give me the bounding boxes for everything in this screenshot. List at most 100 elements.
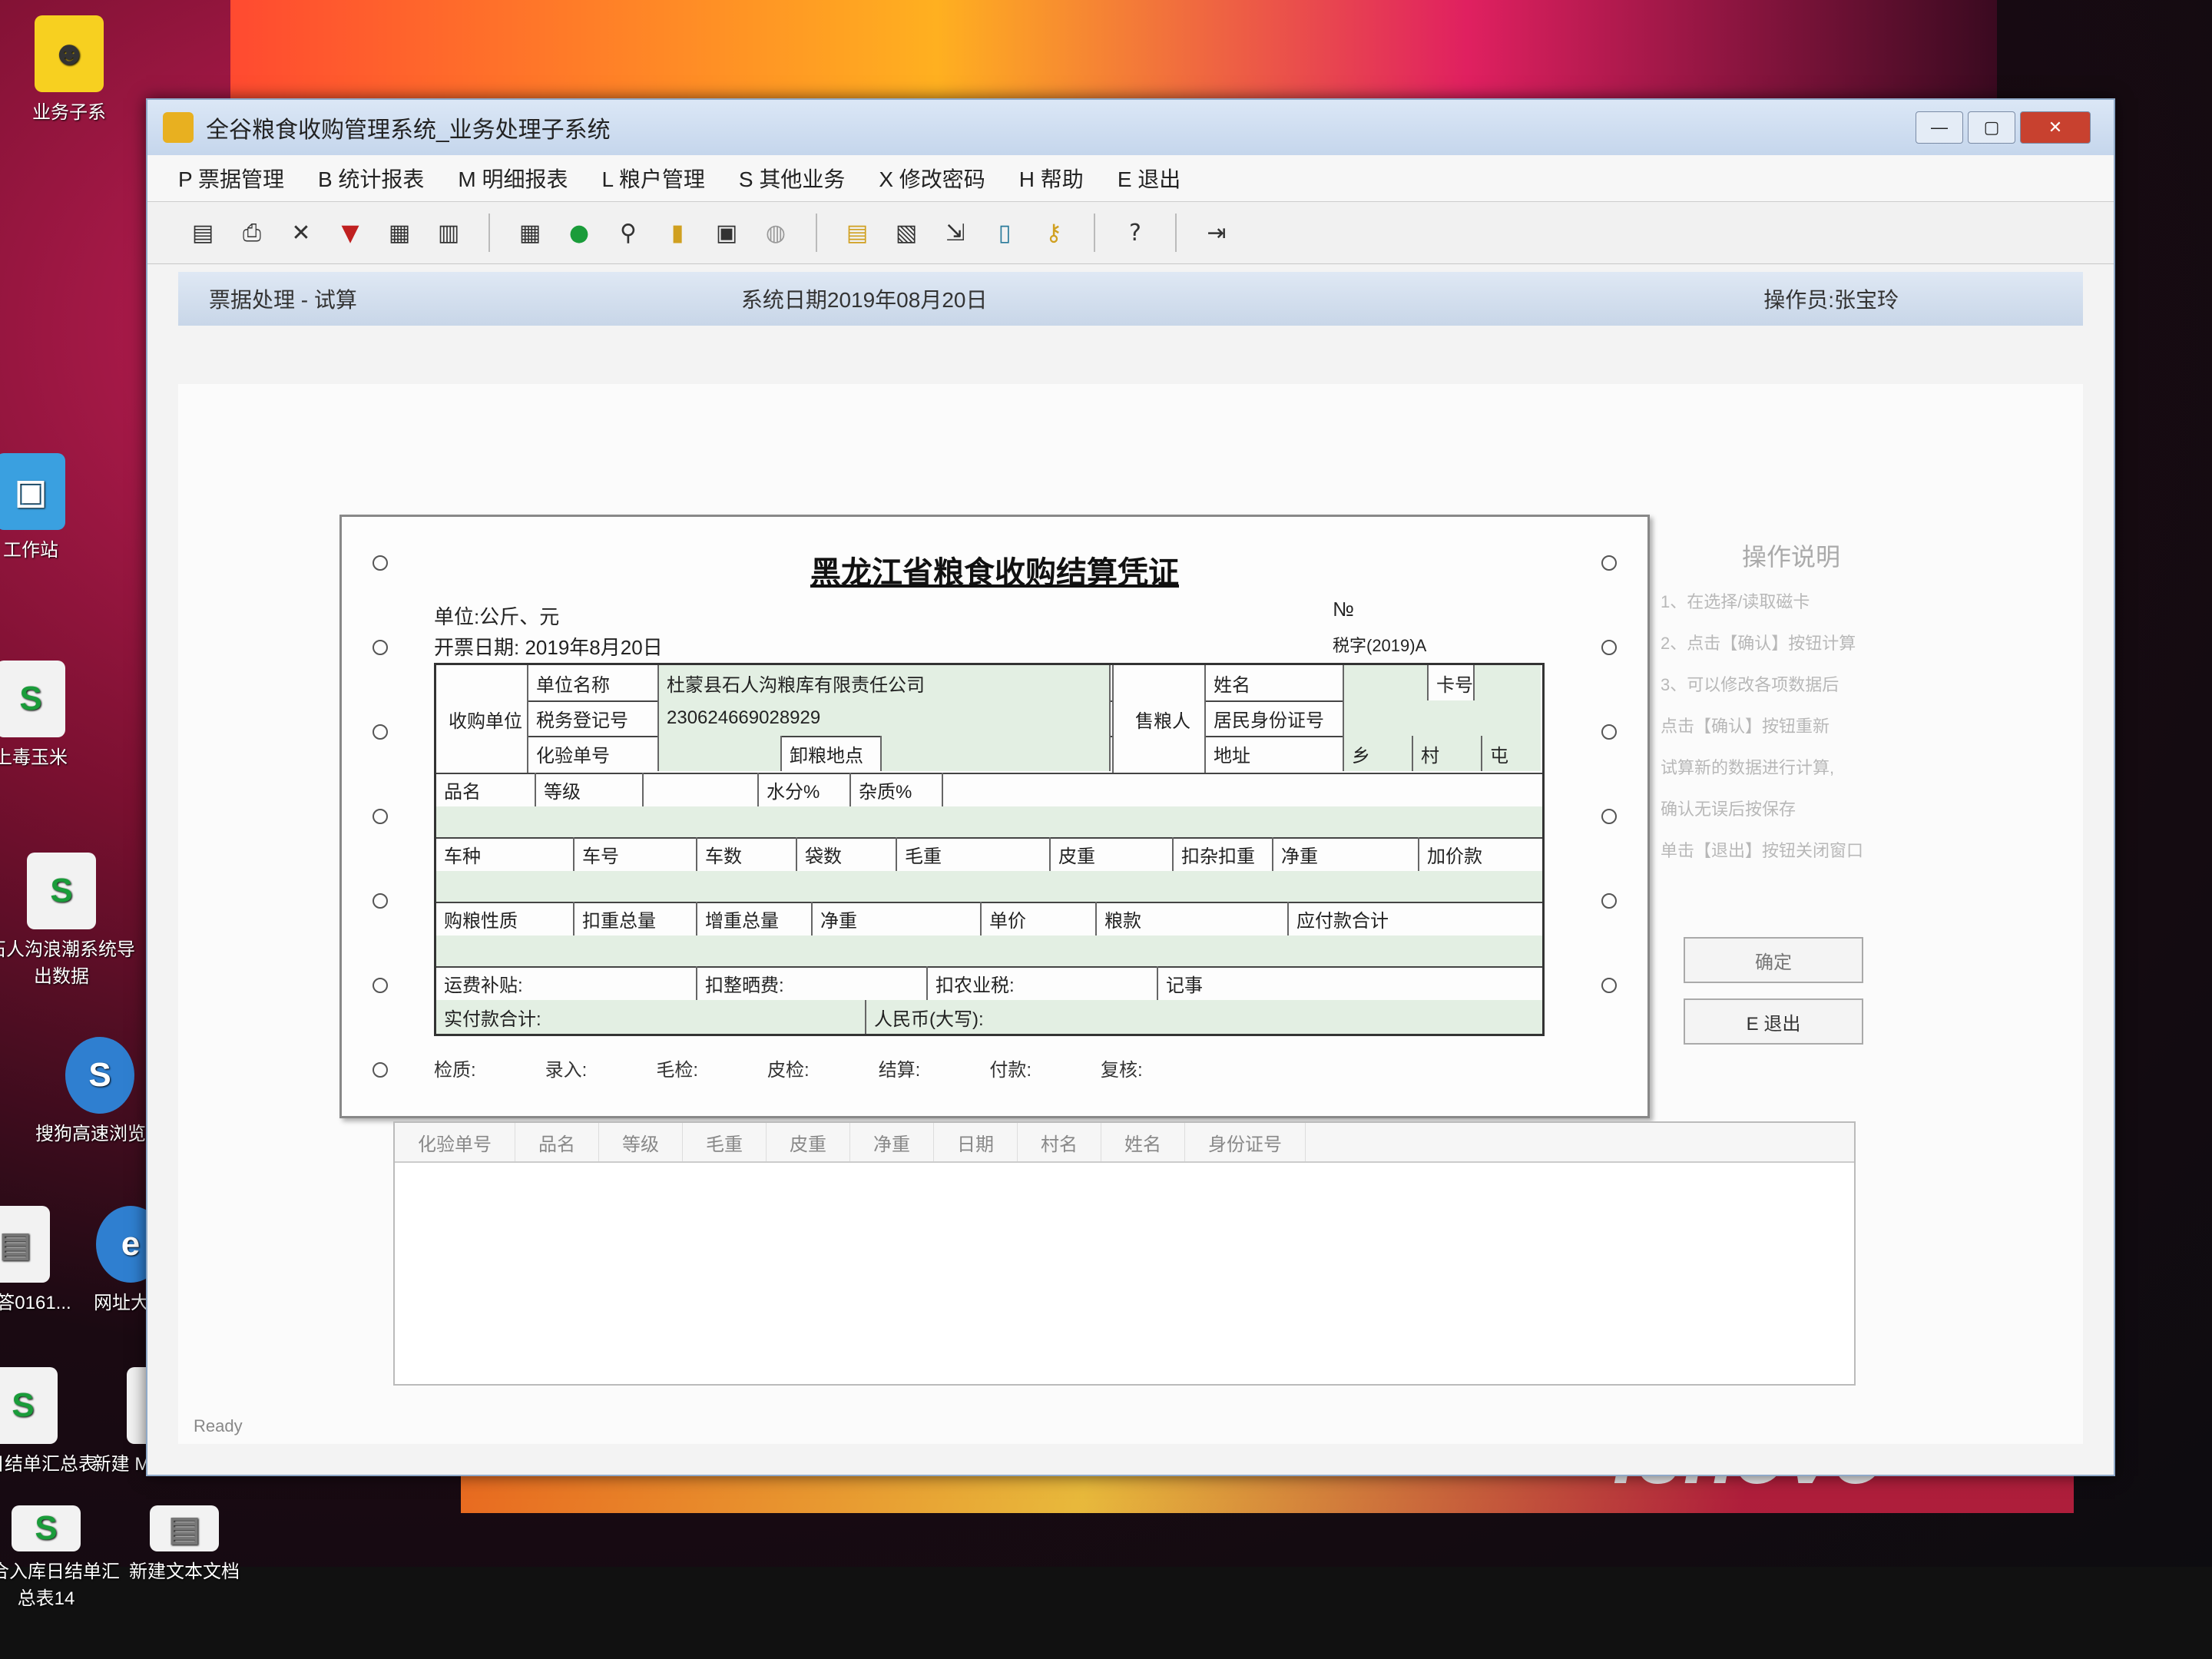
id-field[interactable] <box>1344 700 1541 736</box>
tax-no-field[interactable]: 230624669028929 <box>659 700 1111 736</box>
instruction-line: 确认无误后按保存 <box>1661 800 1796 819</box>
export-icon[interactable]: ⇲ <box>939 216 972 250</box>
save-icon[interactable]: ▼ <box>333 216 367 250</box>
test-no-row: 化验单号 卸粮地点 <box>528 736 1112 771</box>
name-field[interactable] <box>1344 665 1429 700</box>
punch-hole <box>1601 978 1617 993</box>
punch-hole <box>373 1062 388 1078</box>
punch-hole <box>1601 893 1617 909</box>
punch-hole <box>373 640 388 655</box>
menu-other[interactable]: S 其他业务 <box>739 163 845 194</box>
settle-values[interactable] <box>436 935 1542 966</box>
settlement-voucher: 黑龙江省粮食收购结算凭证 单位:公斤、元 开票日期: 2019年8月20日 № … <box>339 515 1650 1118</box>
vehicle-header: 车数 <box>697 837 797 871</box>
group-suffix[interactable]: 屯 <box>1482 736 1541 771</box>
vehicle-header: 毛重 <box>897 837 1051 871</box>
quality-values[interactable] <box>436 806 1542 837</box>
app-icon: ☻ <box>35 15 104 92</box>
settle-header: 粮款 <box>1097 902 1289 935</box>
settle-header-row: 购粮性质 扣重总量 增重总量 净重 单价 粮款 应付款合计 <box>436 902 1542 937</box>
toolbar-separator <box>1094 214 1095 252</box>
minimize-button[interactable]: — <box>1916 111 1963 144</box>
sogou-browser-icon: S <box>65 1037 134 1114</box>
column-header[interactable]: 净重 <box>850 1123 934 1161</box>
desktop-icon-answer-doc[interactable]: ▤ 题解答0161... <box>0 1206 92 1314</box>
delete-icon[interactable]: ✕ <box>284 216 318 250</box>
table-icon[interactable]: ▦ <box>513 216 547 250</box>
operator-name: 操作员:张宝玲 <box>1763 288 1899 312</box>
menu-help[interactable]: H 帮助 <box>1019 163 1084 194</box>
column-header[interactable]: 化验单号 <box>395 1123 515 1161</box>
id-label: 居民身份证号 <box>1206 700 1344 736</box>
township-suffix[interactable]: 乡 <box>1344 736 1413 771</box>
app-logo-icon <box>163 112 194 143</box>
menu-exit[interactable]: E 退出 <box>1118 163 1181 194</box>
grid-icon[interactable]: ▥ <box>432 216 465 250</box>
unit-name-field[interactable]: 杜蒙县石人沟粮库有限责任公司 <box>659 665 1111 700</box>
instruction-line: 3、可以修改各项数据后 <box>1661 675 1839 694</box>
desktop-icon-summary-14[interactable]: S 纸合入库日结单汇总表14 <box>0 1505 123 1610</box>
seller-name-row: 姓名 卡号 <box>1206 665 1541 702</box>
column-header[interactable]: 品名 <box>515 1123 599 1161</box>
column-header[interactable]: 毛重 <box>683 1123 767 1161</box>
card-icon[interactable]: ▮ <box>661 216 694 250</box>
document-icon: ▤ <box>0 1206 50 1283</box>
desktop-icon-business[interactable]: ☻ 业务子系 <box>0 15 146 124</box>
column-header[interactable]: 村名 <box>1018 1123 1101 1161</box>
issue-date-value: 2019年8月20日 <box>525 636 663 659</box>
desktop-icon-corn-sheet[interactable]: S 上毒玉米 <box>0 661 108 769</box>
column-header[interactable]: 日期 <box>934 1123 1018 1161</box>
desktop-icon-label: 新建文本文档 <box>129 1561 240 1582</box>
payment-label: 付款: <box>989 1060 1032 1081</box>
quality-values-row <box>436 806 1542 839</box>
vehicle-values[interactable] <box>436 871 1542 902</box>
menu-farmers[interactable]: L 粮户管理 <box>602 163 705 194</box>
test-no-field[interactable] <box>659 736 782 771</box>
buyer-fields: 单位名称 杜蒙县石人沟粮库有限责任公司 税务登记号 23062466902892… <box>528 665 1114 773</box>
unload-field[interactable] <box>882 736 1111 771</box>
title-bar[interactable]: 全谷粮食收购管理系统_业务处理子系统 — ▢ ✕ <box>147 100 2114 155</box>
name-label: 姓名 <box>1206 665 1344 700</box>
close-button[interactable]: ✕ <box>2020 111 2091 144</box>
column-header[interactable]: 身份证号 <box>1185 1123 1306 1161</box>
stamp-icon[interactable]: ◍ <box>759 216 793 250</box>
menu-stats[interactable]: B 统计报表 <box>318 163 424 194</box>
column-header[interactable]: 等级 <box>599 1123 683 1161</box>
report-icon[interactable]: ▤ <box>840 216 874 250</box>
column-header[interactable]: 姓名 <box>1101 1123 1185 1161</box>
help-icon[interactable]: ? <box>1118 216 1152 250</box>
column-header[interactable]: 皮重 <box>767 1123 850 1161</box>
village-suffix[interactable]: 村 <box>1413 736 1482 771</box>
search-icon[interactable]: ⚲ <box>611 216 645 250</box>
desktop-icon-new-text[interactable]: ▤ 新建文本文档 <box>108 1505 261 1583</box>
vehicle-header: 车种 <box>436 837 575 871</box>
settle-header: 应付款合计 <box>1296 910 1389 932</box>
notes-label: 记事 <box>1166 975 1203 996</box>
records-grid[interactable]: 化验单号 品名 等级 毛重 皮重 净重 日期 村名 姓名 身份证号 <box>393 1121 1856 1386</box>
menu-bills[interactable]: P 票据管理 <box>178 163 284 194</box>
trash-icon[interactable]: ▯ <box>988 216 1022 250</box>
exit-icon[interactable]: ⇥ <box>1200 216 1233 250</box>
exit-button[interactable]: E 退出 <box>1684 998 1863 1045</box>
desktop-icon-export-data[interactable]: S 石人沟浪潮系统导出数据 <box>0 853 138 988</box>
menu-detail-reports[interactable]: M 明细报表 <box>458 163 568 194</box>
money-icon[interactable]: ● <box>562 216 596 250</box>
menu-password[interactable]: X 修改密码 <box>879 163 985 194</box>
print-icon[interactable]: ⎙ <box>235 216 269 250</box>
settle-header: 增重总量 <box>697 902 813 935</box>
key-icon[interactable]: ⚷ <box>1037 216 1071 250</box>
confirm-button[interactable]: 确定 <box>1684 937 1863 983</box>
spreadsheet-icon: S <box>12 1505 81 1551</box>
punch-hole <box>1601 724 1617 740</box>
card-field[interactable] <box>1475 665 1541 700</box>
doc-icon[interactable]: ▦ <box>382 216 416 250</box>
desktop-icon-workstation[interactable]: ▣ 工作站 <box>0 453 108 561</box>
desktop-icon-label: 石人沟浪潮系统导出数据 <box>0 939 135 987</box>
ledger-icon[interactable]: ▧ <box>889 216 923 250</box>
new-icon[interactable]: ▤ <box>186 216 220 250</box>
copy-icon[interactable]: ▣ <box>710 216 743 250</box>
maximize-button[interactable]: ▢ <box>1968 111 2015 144</box>
instruction-line: 试算新的数据进行计算, <box>1661 758 1835 777</box>
toolbar-separator <box>816 214 817 252</box>
status-bar-text: Ready <box>194 1416 243 1435</box>
